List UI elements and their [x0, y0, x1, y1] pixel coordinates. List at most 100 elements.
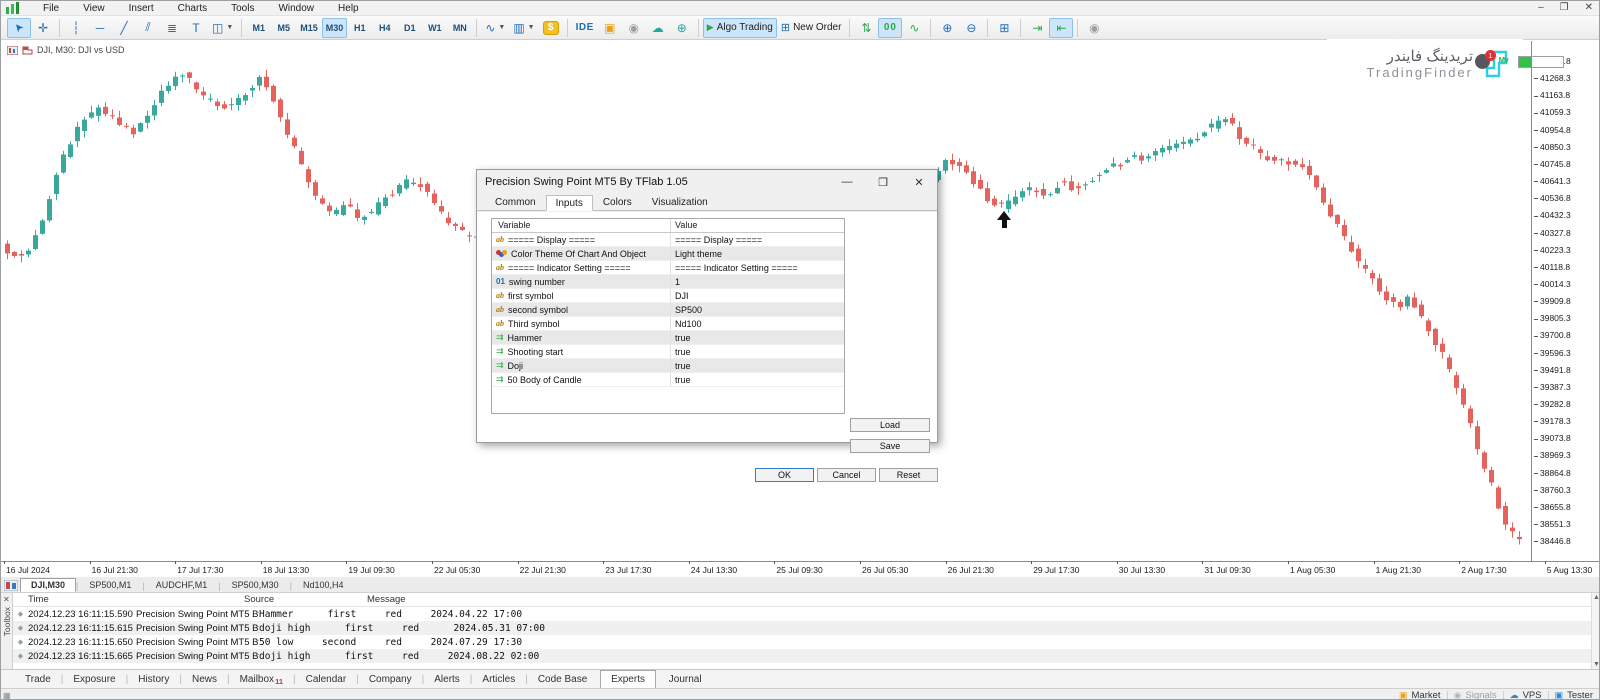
input-value[interactable]: ===== Display ===== [671, 233, 844, 246]
menu-charts[interactable]: Charts [166, 2, 219, 15]
shift-chart-left-icon[interactable]: ⇤ [1049, 18, 1073, 38]
input-value[interactable]: Nd100 [671, 317, 844, 330]
status-vps[interactable]: ☁VPS [1510, 690, 1542, 700]
input-value[interactable]: true [671, 373, 844, 386]
load-button[interactable]: Load [850, 418, 930, 432]
timeframe-h4[interactable]: H4 [372, 18, 397, 38]
shift-chart-right-icon[interactable]: ⇥ [1025, 18, 1049, 38]
web-globe-icon[interactable]: ⊕ [670, 18, 694, 38]
cloud-upload-icon[interactable]: ☁ [646, 18, 670, 38]
timeframe-h1[interactable]: H1 [347, 18, 372, 38]
time-axis[interactable]: 16 Jul 202416 Jul 21:3017 Jul 17:3018 Ju… [1, 561, 1600, 577]
ok-button[interactable]: OK [755, 468, 814, 482]
input-value[interactable]: DJI [671, 289, 844, 302]
shapes-tool-icon[interactable]: ◫▼ [208, 18, 237, 38]
menu-file[interactable]: File [31, 2, 71, 15]
menu-tools[interactable]: Tools [219, 2, 266, 15]
chart-tab-nd100-h4[interactable]: Nd100,H4 [292, 578, 355, 592]
input-row[interactable]: ⇉Shooting starttrue [492, 345, 844, 359]
chart-tab-sp500-m1[interactable]: SP500,M1 [78, 578, 142, 592]
minimize-button[interactable]: – [1538, 2, 1544, 13]
timeframe-d1[interactable]: D1 [397, 18, 422, 38]
dialog-tab-common[interactable]: Common [485, 194, 546, 210]
input-value[interactable]: true [671, 359, 844, 372]
input-row[interactable]: Color Theme Of Chart And ObjectLight the… [492, 247, 844, 261]
zoom-out-icon[interactable]: ⊖ [959, 18, 983, 38]
algo-trading-icon[interactable]: ▶Algo Trading [703, 18, 777, 38]
dialog-tab-visualization[interactable]: Visualization [642, 194, 718, 210]
input-value[interactable]: ===== Indicator Setting ===== [671, 261, 844, 274]
input-row[interactable]: ⇉Hammertrue [492, 331, 844, 345]
dialog-tab-inputs[interactable]: Inputs [546, 195, 593, 211]
scroll-up-icon[interactable]: ▲ [1593, 594, 1600, 601]
cancel-button[interactable]: Cancel [817, 468, 876, 482]
indicators-window-icon[interactable]: ▥▼ [509, 18, 538, 38]
log-row[interactable]: ◆2024.12.23 16:11:15.590Precision Swing … [13, 607, 1591, 621]
toolbox-tab-exposure[interactable]: Exposure [63, 670, 125, 688]
log-row[interactable]: ◆2024.12.23 16:11:15.615Precision Swing … [13, 621, 1591, 635]
channel-tool-icon[interactable]: ⫽ [136, 18, 160, 38]
sort-symbols-icon[interactable]: ⇅ [854, 18, 878, 38]
reset-button[interactable]: Reset [879, 468, 938, 482]
chart-tab-audchf-m1[interactable]: AUDCHF,M1 [145, 578, 219, 592]
toolbox-tab-mailbox[interactable]: Mailbox11 [230, 670, 293, 688]
dialog-tab-colors[interactable]: Colors [593, 194, 642, 210]
toolbox-tab-news[interactable]: News [182, 670, 227, 688]
toolbox-scrollbar[interactable]: ▲ ▼ [1591, 593, 1600, 669]
market-bag-icon[interactable]: ▣ [598, 18, 622, 38]
status-signals[interactable]: ◉Signals [1454, 690, 1497, 700]
input-row[interactable]: 01swing number1 [492, 275, 844, 289]
status-tester[interactable]: ▣Tester [1555, 690, 1593, 700]
toolbox-tab-code-base[interactable]: Code Base [528, 670, 597, 688]
price-axis[interactable]: 41372.841268.341163.841059.340954.840850… [1531, 41, 1600, 561]
notification-bell-icon[interactable]: 1 [1475, 54, 1490, 69]
input-row[interactable]: ⇉50 Body of Candletrue [492, 373, 844, 387]
toolbox-tab-articles[interactable]: Articles [472, 670, 525, 688]
input-value[interactable]: 1 [671, 275, 844, 288]
timeframe-mn[interactable]: MN [447, 18, 472, 38]
timeframe-w1[interactable]: W1 [422, 18, 447, 38]
vertical-line-tool-icon[interactable]: ┆ [64, 18, 88, 38]
input-value[interactable]: true [671, 331, 844, 344]
screenshot-camera-icon[interactable]: ◉ [1082, 18, 1106, 38]
new-order-icon[interactable]: ⊞New Order [777, 18, 846, 38]
chart-area[interactable]: DJI, M30: DJI vs USD 41372.841268.341163… [1, 41, 1600, 561]
input-row[interactable]: abfirst symbolDJI [492, 289, 844, 303]
timeframe-m15[interactable]: M15 [296, 18, 322, 38]
restore-button[interactable]: ❐ [1560, 2, 1569, 13]
toolbox-tab-journal[interactable]: Journal [659, 670, 712, 688]
dialog-title-bar[interactable]: Precision Swing Point MT5 By TFlab 1.05 … [477, 170, 937, 194]
toolbox-tab-calendar[interactable]: Calendar [296, 670, 357, 688]
horizontal-line-tool-icon[interactable]: ─ [88, 18, 112, 38]
chart-tab-dji-m30[interactable]: DJI,M30 [20, 578, 76, 592]
toolbox-tab-experts[interactable]: Experts [600, 670, 656, 688]
toolbox-tab-alerts[interactable]: Alerts [424, 670, 470, 688]
signals-broadcast-icon[interactable]: ◉ [622, 18, 646, 38]
input-row[interactable]: absecond symbolSP500 [492, 303, 844, 317]
timeframe-m30[interactable]: M30 [322, 18, 348, 38]
zigzag-line-icon[interactable]: ∿ [902, 18, 926, 38]
text-tool-icon[interactable]: T [184, 18, 208, 38]
close-button[interactable]: ✕ [1585, 2, 1593, 13]
menu-help[interactable]: Help [326, 2, 371, 15]
status-market[interactable]: ▣Market [1399, 690, 1441, 700]
dialog-maximize-button[interactable]: ❒ [865, 176, 901, 189]
currency-dollar-icon[interactable]: $ [539, 18, 563, 38]
toolbox-tab-company[interactable]: Company [359, 670, 422, 688]
save-button[interactable]: Save [850, 439, 930, 453]
dialog-close-button[interactable]: ✕ [901, 176, 937, 189]
input-row[interactable]: ab===== Display ========== Display ===== [492, 233, 844, 247]
input-value[interactable]: Light theme [671, 247, 844, 260]
input-value[interactable]: true [671, 345, 844, 358]
toolbox-close-icon[interactable]: ✕ [3, 595, 10, 604]
zoom-in-icon[interactable]: ⊕ [935, 18, 959, 38]
toolbox-tab-trade[interactable]: Trade [15, 670, 61, 688]
input-row[interactable]: abThird symbolNd100 [492, 317, 844, 331]
toolbox-tab-history[interactable]: History [128, 670, 179, 688]
chart-line-type-icon[interactable]: ∿▼ [481, 18, 509, 38]
input-value[interactable]: SP500 [671, 303, 844, 316]
menu-view[interactable]: View [71, 2, 117, 15]
tile-windows-icon[interactable]: ⊞ [992, 18, 1016, 38]
menu-window[interactable]: Window [266, 2, 326, 15]
log-row[interactable]: ◆2024.12.23 16:11:15.650Precision Swing … [13, 635, 1591, 649]
